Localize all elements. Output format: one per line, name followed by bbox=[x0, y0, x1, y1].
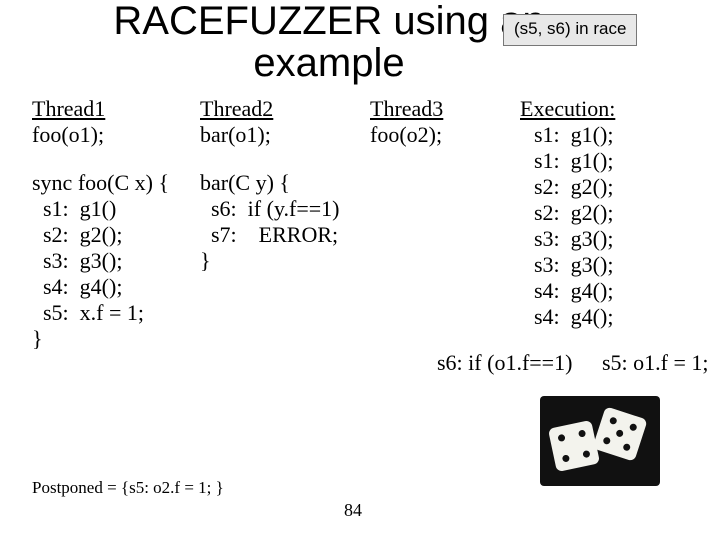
execution-header: Execution: bbox=[520, 96, 615, 122]
dice-image bbox=[540, 396, 660, 486]
race-badge: (s5, s6) in race bbox=[503, 14, 637, 46]
thread3-header: Thread3 bbox=[370, 96, 443, 122]
thread3-block: Thread3 foo(o2); bbox=[370, 96, 443, 148]
page-number: 84 bbox=[344, 500, 362, 521]
race-left: s6: if (o1.f==1) bbox=[437, 350, 572, 376]
race-right: s5: o1.f = 1; bbox=[602, 350, 709, 376]
postponed-set: Postponed = {s5: o2.f = 1; } bbox=[32, 478, 224, 498]
foo-code: sync foo(C x) { s1: g1() s2: g2(); s3: g… bbox=[32, 170, 169, 352]
thread1-call: foo(o1); bbox=[32, 122, 105, 148]
execution-trace: s1: g1(); s1: g1(); s2: g2(); s2: g2(); … bbox=[534, 122, 615, 330]
thread1-block: Thread1 foo(o1); bbox=[32, 96, 105, 148]
title-line-1: RACEFUZZER using an bbox=[113, 0, 544, 43]
slide: RACEFUZZER using an example (s5, s6) in … bbox=[0, 0, 720, 540]
thread2-header: Thread2 bbox=[200, 96, 273, 122]
title-line-2: example bbox=[253, 41, 404, 85]
slide-title: RACEFUZZER using an example bbox=[94, 0, 564, 84]
thread2-call: bar(o1); bbox=[200, 122, 273, 148]
thread2-block: Thread2 bar(o1); bbox=[200, 96, 273, 148]
thread1-header: Thread1 bbox=[32, 96, 105, 122]
bar-code: bar(C y) { s6: if (y.f==1) s7: ERROR; } bbox=[200, 170, 339, 274]
thread3-call: foo(o2); bbox=[370, 122, 443, 148]
execution-block: Execution: s1: g1(); s1: g1(); s2: g2();… bbox=[520, 96, 615, 330]
